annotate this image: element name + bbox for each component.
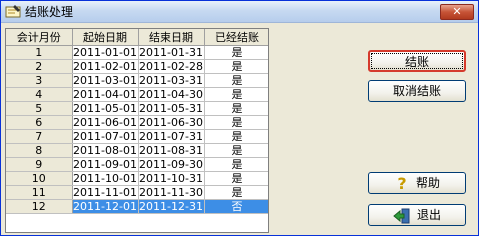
start-date-cell[interactable]: 2011-02-01 (72, 59, 139, 74)
close-icon: ✕ (452, 5, 462, 18)
closed-status-cell[interactable]: 是 (204, 171, 268, 186)
window-title: 结账处理 (25, 5, 74, 19)
close-window-button[interactable]: ✕ (440, 4, 474, 20)
table-row[interactable]: 12 2011-12-01 2011-12-31 否 (6, 199, 268, 214)
month-cell[interactable]: 7 (6, 129, 73, 144)
table-row[interactable]: 8 2011-08-01 2011-08-31 是 (6, 143, 268, 158)
end-date-cell[interactable]: 2011-08-31 (138, 143, 205, 158)
column-header-end-date[interactable]: 结束日期 (138, 29, 205, 46)
month-cell[interactable]: 8 (6, 143, 73, 158)
month-cell[interactable]: 12 (6, 199, 73, 214)
start-date-cell[interactable]: 2011-11-01 (72, 185, 139, 200)
period-table: 会计月份 起始日期 结束日期 已经结账 1 2011-01-01 2011-01-3… (6, 29, 268, 214)
end-date-cell[interactable]: 2011-06-30 (138, 115, 205, 130)
column-header-start-date[interactable]: 起始日期 (72, 29, 139, 46)
table-row[interactable]: 4 2011-04-01 2011-04-30 是 (6, 87, 268, 102)
end-date-cell[interactable]: 2011-07-31 (138, 129, 205, 144)
exit-label: 退出 (416, 208, 441, 222)
cancel-close-button[interactable]: 取消结账 (368, 80, 466, 102)
closed-status-cell[interactable]: 是 (204, 101, 268, 116)
start-date-cell[interactable]: 2011-04-01 (72, 87, 139, 102)
start-date-cell[interactable]: 2011-05-01 (72, 101, 139, 116)
start-date-cell[interactable]: 2011-03-01 (72, 73, 139, 88)
end-date-cell[interactable]: 2011-10-31 (138, 171, 205, 186)
month-cell[interactable]: 1 (6, 45, 73, 60)
closed-status-cell[interactable]: 否 (204, 199, 268, 214)
end-date-cell[interactable]: 2011-12-31 (138, 199, 205, 214)
closed-status-cell[interactable]: 是 (204, 73, 268, 88)
closed-status-cell[interactable]: 是 (204, 143, 268, 158)
closed-status-cell[interactable]: 是 (204, 157, 268, 172)
column-header-month[interactable]: 会计月份 (6, 29, 73, 46)
start-date-cell[interactable]: 2011-08-01 (72, 143, 139, 158)
closed-status-cell[interactable]: 是 (204, 185, 268, 200)
title-bar[interactable]: 结账处理 ✕ (1, 1, 478, 23)
end-date-cell[interactable]: 2011-05-31 (138, 101, 205, 116)
table-row[interactable]: 3 2011-03-01 2011-03-31 是 (6, 73, 268, 88)
month-cell[interactable]: 4 (6, 87, 73, 102)
month-cell[interactable]: 2 (6, 59, 73, 74)
end-date-cell[interactable]: 2011-09-30 (138, 157, 205, 172)
closed-status-cell[interactable]: 是 (204, 59, 268, 74)
month-cell[interactable]: 10 (6, 171, 73, 186)
table-row[interactable]: 7 2011-07-01 2011-07-31 是 (6, 129, 268, 144)
end-date-cell[interactable]: 2011-04-30 (138, 87, 205, 102)
exit-door-icon (393, 208, 411, 224)
closed-status-cell[interactable]: 是 (204, 87, 268, 102)
start-date-cell[interactable]: 2011-01-01 (72, 45, 139, 60)
month-cell[interactable]: 3 (6, 73, 73, 88)
start-date-cell[interactable]: 2011-06-01 (72, 115, 139, 130)
help-label: 帮助 (415, 176, 440, 190)
closed-status-cell[interactable]: 是 (204, 45, 268, 60)
start-date-cell[interactable]: 2011-07-01 (72, 129, 139, 144)
table-row[interactable]: 11 2011-11-01 2011-11-30 是 (6, 185, 268, 200)
question-mark-icon: ? (397, 173, 407, 193)
month-cell[interactable]: 5 (6, 101, 73, 116)
period-grid[interactable]: 会计月份 起始日期 结束日期 已经结账 1 2011-01-01 2011-01-3… (5, 28, 269, 233)
close-books-button[interactable]: 结账 (368, 50, 466, 72)
end-date-cell[interactable]: 2011-02-28 (138, 59, 205, 74)
close-period-dialog: 结账处理 ✕ 会计月份 起始日期 结束日期 已经结账 1 2011-01-01 20… (0, 0, 479, 236)
month-cell[interactable]: 11 (6, 185, 73, 200)
end-date-cell[interactable]: 2011-03-31 (138, 73, 205, 88)
start-date-cell[interactable]: 2011-09-01 (72, 157, 139, 172)
closed-status-cell[interactable]: 是 (204, 115, 268, 130)
end-date-cell[interactable]: 2011-01-31 (138, 45, 205, 60)
month-cell[interactable]: 9 (6, 157, 73, 172)
table-row[interactable]: 2 2011-02-01 2011-02-28 是 (6, 59, 268, 74)
table-row[interactable]: 1 2011-01-01 2011-01-31 是 (6, 45, 268, 60)
cancel-close-label: 取消结账 (392, 84, 441, 98)
end-date-cell[interactable]: 2011-11-30 (138, 185, 205, 200)
start-date-cell[interactable]: 2011-10-01 (72, 171, 139, 186)
header-row: 会计月份 起始日期 结束日期 已经结账 (6, 29, 268, 46)
column-header-closed[interactable]: 已经结账 (204, 29, 268, 46)
app-icon (5, 4, 21, 19)
start-date-cell[interactable]: 2011-12-01 (72, 199, 139, 214)
table-row[interactable]: 10 2011-10-01 2011-10-31 是 (6, 171, 268, 186)
table-row[interactable]: 9 2011-09-01 2011-09-30 是 (6, 157, 268, 172)
exit-button[interactable]: 退出 (368, 204, 466, 226)
table-row[interactable]: 6 2011-06-01 2011-06-30 是 (6, 115, 268, 130)
help-button[interactable]: ? 帮助 (368, 172, 466, 194)
close-books-label: 结账 (404, 55, 429, 69)
table-row[interactable]: 5 2011-05-01 2011-05-31 是 (6, 101, 268, 116)
closed-status-cell[interactable]: 是 (204, 129, 268, 144)
month-cell[interactable]: 6 (6, 115, 73, 130)
